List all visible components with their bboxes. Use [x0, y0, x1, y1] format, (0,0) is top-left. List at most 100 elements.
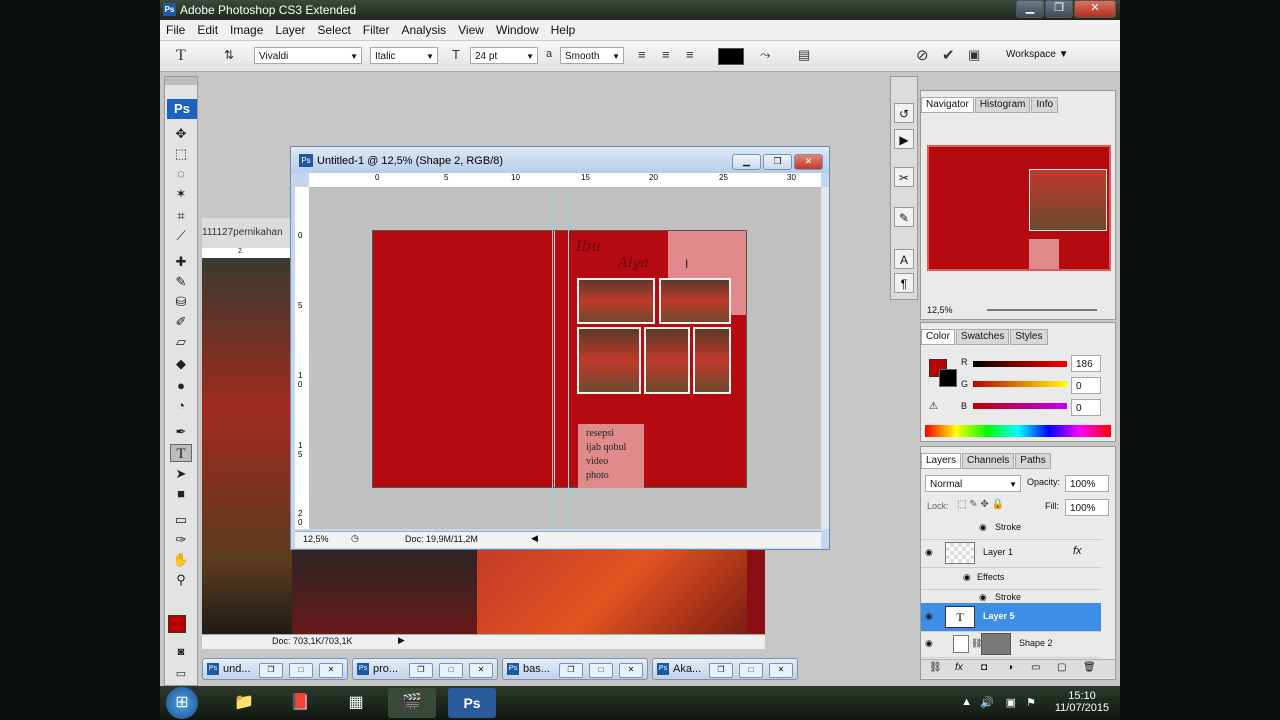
- crop-tool-icon[interactable]: ⌗: [170, 207, 192, 225]
- dodge-tool-icon[interactable]: ◔: [170, 397, 192, 415]
- flag-icon[interactable]: ⚑: [1026, 696, 1036, 709]
- magic-wand-icon[interactable]: ✶: [170, 185, 192, 203]
- vertical-scrollbar[interactable]: [821, 187, 829, 529]
- marquee-tool-icon[interactable]: ⬚: [170, 145, 192, 163]
- b-slider[interactable]: [973, 403, 1067, 409]
- tool-presets-icon[interactable]: ✂: [894, 167, 914, 187]
- status-menu-icon[interactable]: ◷: [351, 533, 359, 544]
- eye-icon[interactable]: ◉: [925, 547, 933, 558]
- guide-line[interactable]: [552, 187, 553, 529]
- cancel-edit-icon[interactable]: ⊘: [916, 46, 929, 64]
- doc-maximize-button[interactable]: ❐: [763, 154, 792, 170]
- tray-arrow-icon[interactable]: ▲: [961, 696, 972, 708]
- lasso-tool-icon[interactable]: ◌: [170, 165, 192, 183]
- new-layer-icon[interactable]: ▢: [1057, 662, 1066, 673]
- add-mask-icon[interactable]: ◘: [981, 662, 987, 673]
- script-name-text[interactable]: Alya: [618, 255, 649, 271]
- vertical-ruler[interactable]: 0 5 1 0 1 5 2 0: [295, 187, 310, 529]
- eye-icon[interactable]: ◉: [979, 522, 987, 533]
- history-panel-icon[interactable]: ↺: [894, 103, 914, 123]
- layer-effect-row[interactable]: ◉ Stroke: [921, 517, 1101, 540]
- menu-view[interactable]: View: [452, 23, 490, 37]
- maximize-button[interactable]: □: [589, 663, 613, 678]
- align-left-icon[interactable]: ≡: [638, 47, 646, 62]
- workspace-menu[interactable]: Workspace ▼: [1006, 49, 1069, 60]
- volume-icon[interactable]: 🔊: [980, 696, 994, 709]
- eye-icon[interactable]: ◉: [963, 572, 971, 583]
- menu-window[interactable]: Window: [490, 23, 545, 37]
- menu-layer[interactable]: Layer: [269, 23, 311, 37]
- delete-layer-icon[interactable]: 🗑: [1083, 662, 1096, 673]
- close-button[interactable]: ✕: [769, 663, 793, 678]
- tab-info[interactable]: Info: [1031, 97, 1059, 113]
- history-brush-icon[interactable]: ✐: [170, 313, 192, 331]
- layer-row[interactable]: ◉ Layer 1 fx: [921, 539, 1101, 568]
- slice-tool-icon[interactable]: ⟋: [170, 227, 192, 245]
- pen-tool-icon[interactable]: ✒: [170, 423, 192, 441]
- tab-channels[interactable]: Channels: [962, 453, 1015, 469]
- fill-input[interactable]: 100%: [1065, 499, 1109, 516]
- layer-row[interactable]: ◉ ⛓ Shape 2: [921, 631, 1101, 658]
- tab-histogram[interactable]: Histogram: [974, 97, 1031, 113]
- fx-icon[interactable]: fx: [1073, 545, 1082, 557]
- quick-mask-icon[interactable]: ◙: [170, 643, 192, 661]
- guide-line[interactable]: [568, 187, 569, 529]
- close-button[interactable]: ✕: [319, 663, 343, 678]
- warp-text-icon[interactable]: ⤳: [760, 47, 770, 63]
- book-app-icon[interactable]: 📕: [276, 688, 324, 718]
- maximize-button[interactable]: □: [289, 663, 313, 678]
- foreground-color-swatch[interactable]: [168, 615, 186, 633]
- restore-button[interactable]: ❐: [409, 663, 433, 678]
- eyedropper-icon[interactable]: ✑: [170, 531, 192, 549]
- brushes-panel-icon[interactable]: ✎: [894, 207, 914, 227]
- document-title-bar[interactable]: Ps Untitled-1 @ 12,5% (Shape 2, RGB/8) ▁…: [291, 147, 829, 173]
- add-style-icon[interactable]: fx: [955, 662, 963, 673]
- type-tool-preset-icon[interactable]: T: [176, 47, 186, 65]
- menu-edit[interactable]: Edit: [191, 23, 224, 37]
- minimized-doc-pro[interactable]: Ps pro... ❐ □ ✕: [352, 658, 498, 680]
- align-center-icon[interactable]: ≡: [662, 47, 670, 62]
- menu-help[interactable]: Help: [545, 23, 582, 37]
- minimized-doc-bas[interactable]: Ps bas... ❐ □ ✕: [502, 658, 648, 680]
- blur-tool-icon[interactable]: ●: [170, 377, 192, 395]
- move-tool-icon[interactable]: ✥: [170, 125, 192, 143]
- navigator-zoom[interactable]: 12,5%: [927, 305, 953, 315]
- shape-tool-icon[interactable]: ■: [170, 485, 192, 503]
- notes-tool-icon[interactable]: ▭: [170, 511, 192, 529]
- explorer-icon[interactable]: 📁: [220, 688, 268, 718]
- font-family-select[interactable]: Vivaldi ▼: [254, 47, 362, 64]
- paragraph-panel-icon[interactable]: ¶: [894, 273, 914, 293]
- g-slider[interactable]: [973, 381, 1067, 387]
- antialias-select[interactable]: Smooth ▼: [560, 47, 624, 64]
- photo-frame[interactable]: [577, 278, 655, 324]
- b-value-input[interactable]: 0: [1071, 399, 1101, 416]
- font-style-select[interactable]: Italic ▼: [370, 47, 438, 64]
- menu-select[interactable]: Select: [311, 23, 356, 37]
- tab-swatches[interactable]: Swatches: [955, 329, 1010, 345]
- align-right-icon[interactable]: ≡: [686, 47, 694, 62]
- background-doc-tab[interactable]: 111127pernikahan: [202, 218, 292, 248]
- actions-panel-icon[interactable]: ▶: [894, 129, 914, 149]
- tab-paths[interactable]: Paths: [1015, 453, 1051, 469]
- close-button[interactable]: ✕: [469, 663, 493, 678]
- calculator-icon[interactable]: ▦: [332, 688, 380, 718]
- close-button[interactable]: ✕: [619, 663, 643, 678]
- character-panel-icon[interactable]: ▤: [798, 47, 810, 63]
- maximize-button[interactable]: □: [739, 663, 763, 678]
- zoom-level[interactable]: 12,5%: [303, 534, 329, 544]
- doc-minimize-button[interactable]: ▁: [732, 154, 761, 170]
- minimized-doc-aka[interactable]: Ps Aka... ❐ □ ✕: [652, 658, 798, 680]
- healing-brush-icon[interactable]: ✚: [170, 253, 192, 271]
- r-slider[interactable]: [973, 361, 1067, 367]
- photo-frame[interactable]: [577, 327, 641, 394]
- start-button[interactable]: ⊞: [166, 687, 198, 719]
- eye-icon[interactable]: ◉: [925, 638, 933, 649]
- r-value-input[interactable]: 186: [1071, 355, 1101, 372]
- photo-frame[interactable]: [693, 327, 731, 394]
- network-icon[interactable]: ▣: [1006, 696, 1016, 709]
- close-button[interactable]: ✕: [1074, 0, 1116, 18]
- gamut-warning-icon[interactable]: ⚠: [929, 401, 938, 412]
- navigator-preview[interactable]: [927, 145, 1111, 271]
- scroll-right-arrow[interactable]: ▶: [398, 635, 405, 646]
- restore-button[interactable]: ❐: [559, 663, 583, 678]
